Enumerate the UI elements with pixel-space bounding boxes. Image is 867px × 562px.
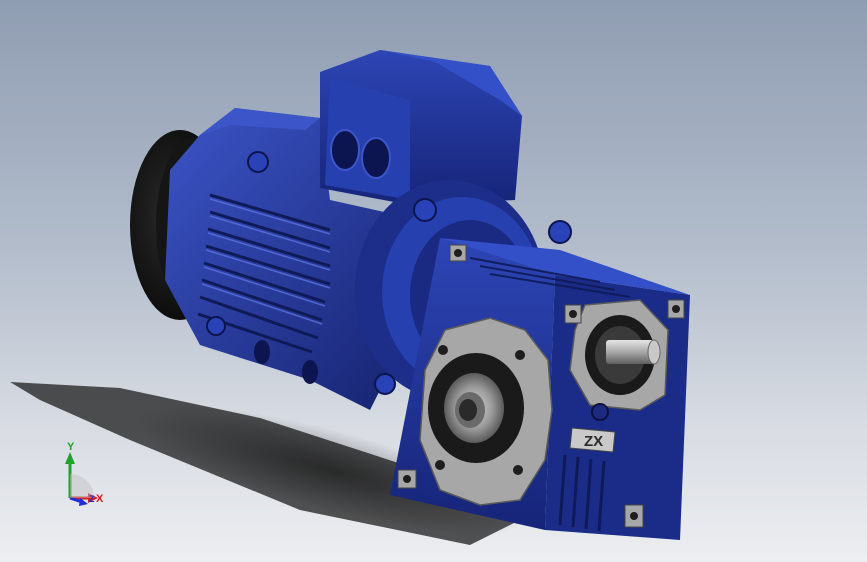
output-shaft[interactable] bbox=[606, 339, 661, 365]
terminal-box[interactable] bbox=[320, 50, 522, 205]
cable-gland-hole-1 bbox=[330, 129, 360, 171]
nameplate-text: ZX bbox=[584, 433, 603, 450]
worm-gear-motor-model[interactable]: ZX bbox=[0, 0, 867, 562]
coordinate-triad[interactable]: Y X Z bbox=[52, 440, 112, 512]
triad-x-label: X bbox=[96, 493, 104, 505]
worm-gearbox-housing[interactable]: ZX bbox=[390, 238, 690, 540]
triad-y-label: Y bbox=[67, 441, 75, 453]
cable-gland-hole-2 bbox=[361, 137, 391, 179]
graphics-viewport[interactable]: ZX Y X Z bbox=[0, 0, 867, 562]
nameplate: ZX bbox=[569, 427, 616, 453]
triad-z-label: Z bbox=[89, 494, 95, 504]
